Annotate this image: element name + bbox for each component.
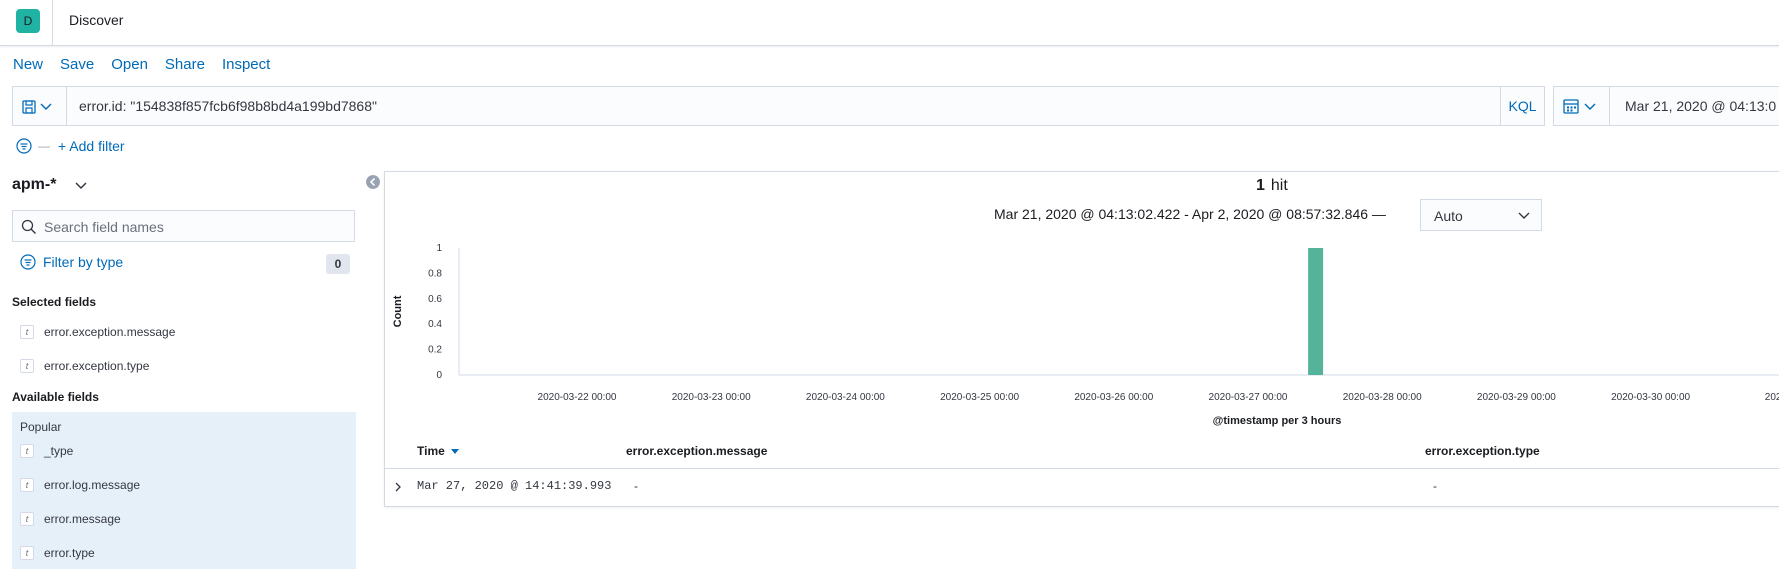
selected-field-item[interactable]: t error.exception.message	[20, 325, 175, 339]
string-type-icon: t	[20, 512, 34, 526]
field-name: error.exception.message	[44, 325, 176, 339]
x-tick-label: 2020-03-22 00:00	[538, 392, 617, 403]
field-name: error.type	[44, 546, 95, 560]
y-tick-label: 0.4	[428, 319, 442, 330]
available-fields-title: Available fields	[12, 390, 99, 404]
x-tick-label: 2020-03-25 00:00	[940, 392, 1019, 403]
time-column-header[interactable]: Time	[417, 444, 460, 458]
y-tick-label: 0	[436, 370, 442, 381]
x-tick-label: 2020-03-23 00:00	[672, 392, 751, 403]
interval-value: Auto	[1434, 208, 1463, 224]
space-avatar[interactable]: D	[16, 9, 40, 33]
header-divider	[52, 0, 53, 46]
histogram-svg: 0 0.2 0.4 0.6 0.8 1 Count 2020-03-22 00:00 2020-…	[392, 243, 1779, 427]
x-tick-label: 2020-03-30 00:00	[1611, 392, 1690, 403]
popular-field-item[interactable]: t _type	[20, 444, 73, 458]
sort-down-icon[interactable]	[451, 448, 460, 455]
search-icon	[21, 219, 36, 234]
hit-label: hit	[1270, 177, 1288, 194]
field-name: _type	[44, 444, 74, 458]
table-cell: -	[634, 479, 638, 493]
breadcrumb-title: Discover	[69, 12, 124, 28]
new-button[interactable]: New	[13, 56, 43, 73]
x-tick-label: 2020-03-29 00:00	[1477, 392, 1556, 403]
filter-by-type-button[interactable]: Filter by type	[20, 254, 123, 270]
popular-field-item[interactable]: t error.log.message	[20, 478, 140, 492]
y-tick-label: 0.8	[428, 268, 442, 279]
x-tick-label: 2020-03-24 00:00	[806, 392, 885, 403]
y-axis-label: Count	[392, 295, 404, 327]
collapse-sidebar-icon[interactable]	[366, 175, 380, 189]
string-type-icon: t	[20, 546, 34, 560]
query-input[interactable]: error.id: "154838f857fcb6f98b8bd4a199bd7…	[79, 98, 377, 114]
save-icon	[22, 100, 52, 114]
histogram-bar	[1308, 248, 1324, 375]
string-type-icon: t	[20, 444, 34, 458]
popular-field-item[interactable]: t error.type	[20, 546, 95, 560]
table-divider	[384, 468, 1779, 469]
selected-field-item[interactable]: t error.exception.type	[20, 359, 149, 373]
field-name: error.message	[44, 512, 121, 526]
field-name: error.log.message	[44, 478, 141, 492]
chevron-down-icon[interactable]	[72, 176, 90, 194]
search-field-names-input[interactable]: Search field names	[12, 210, 355, 242]
string-type-icon: t	[20, 478, 34, 492]
y-tick-label: 0.6	[428, 294, 442, 305]
top-nav-menu: New Save Open Share Inspect	[13, 56, 270, 73]
column-header[interactable]: error.exception.message	[626, 444, 767, 458]
string-type-icon: t	[20, 359, 34, 373]
add-filter-button[interactable]: + Add filter	[58, 138, 125, 154]
filter-bar: — + Add filter	[16, 138, 125, 154]
inspect-button[interactable]: Inspect	[222, 56, 270, 73]
histogram-chart: 0 0.2 0.4 0.6 0.8 1 Count 2020-03-22 00:00 2020-…	[384, 236, 1779, 439]
x-tick-label: 2020-03-	[1765, 392, 1779, 403]
selected-fields-title: Selected fields	[12, 295, 97, 309]
quick-select-button[interactable]	[1554, 87, 1610, 125]
index-pattern-title[interactable]: apm-*	[12, 176, 56, 194]
time-range-text: Mar 21, 2020 @ 04:13:02.422 - Apr 2, 202…	[994, 206, 1386, 222]
y-tick-label: 0.2	[428, 345, 442, 356]
open-button[interactable]: Open	[111, 56, 148, 73]
filter-divider: —	[38, 139, 50, 153]
hit-count: 1 hit	[1256, 177, 1288, 195]
popular-fields-section: Popular t _type t error.log.message t er…	[12, 412, 356, 569]
save-button[interactable]: Save	[60, 56, 94, 73]
table-cell-time: Mar 27, 2020 @ 14:41:39.993	[417, 479, 612, 493]
search-placeholder: Search field names	[44, 219, 164, 235]
query-bar: error.id: "154838f857fcb6f98b8bd4a199bd7…	[12, 86, 1545, 126]
expand-row-icon[interactable]	[393, 481, 403, 493]
filter-icon	[20, 254, 36, 270]
interval-select[interactable]: Auto	[1420, 199, 1542, 231]
filter-count-badge: 0	[326, 254, 350, 274]
x-tick-label: 2020-03-26 00:00	[1074, 392, 1153, 403]
filter-by-type-label: Filter by type	[43, 254, 124, 270]
field-name: error.exception.type	[44, 359, 150, 373]
filter-options-icon[interactable]	[16, 138, 32, 154]
chevron-down-icon	[1518, 212, 1530, 219]
share-button[interactable]: Share	[165, 56, 205, 73]
y-tick-label: 1	[436, 243, 442, 254]
x-axis-label: @timestamp per 3 hours	[1213, 415, 1342, 427]
start-date-button[interactable]: Mar 21, 2020 @ 04:13:0	[1625, 98, 1776, 114]
hit-number: 1	[1256, 177, 1265, 194]
x-tick-label: 2020-03-27 00:00	[1209, 392, 1288, 403]
string-type-icon: t	[20, 325, 34, 339]
column-header[interactable]: error.exception.type	[1425, 444, 1540, 458]
popular-field-item[interactable]: t error.message	[20, 512, 121, 526]
popular-title: Popular	[20, 420, 62, 434]
table-cell: -	[1433, 479, 1437, 493]
top-header: D Discover	[0, 0, 1779, 46]
x-tick-label: 2020-03-28 00:00	[1343, 392, 1422, 403]
saved-query-button[interactable]	[13, 87, 67, 125]
query-language-button[interactable]: KQL	[1500, 87, 1544, 125]
calendar-icon	[1563, 99, 1596, 114]
date-picker: Mar 21, 2020 @ 04:13:0	[1553, 86, 1779, 126]
column-header-label: Time	[417, 444, 445, 458]
